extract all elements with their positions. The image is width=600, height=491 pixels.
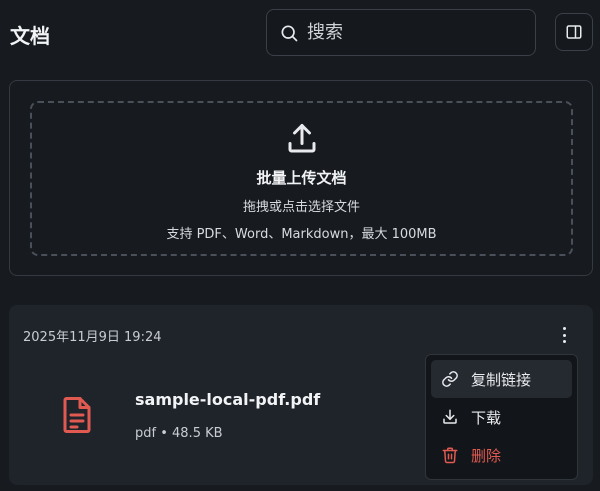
- sidebar-toggle-icon: [566, 25, 582, 39]
- upload-panel: 批量上传文档 拖拽或点击选择文件 支持 PDF、Word、Markdown，最大…: [9, 80, 593, 276]
- menu-item-download[interactable]: 下载: [431, 398, 572, 436]
- document-date: 2025年11月9日 19:24: [23, 330, 162, 345]
- panel-toggle-button[interactable]: [555, 13, 593, 51]
- search-icon: [281, 25, 298, 41]
- link-icon: [442, 371, 458, 387]
- search-input[interactable]: [307, 22, 507, 43]
- menu-item-label: 下载: [471, 408, 502, 427]
- upload-hint: 支持 PDF、Word、Markdown，最大 100MB: [166, 227, 437, 242]
- file-name[interactable]: sample-local-pdf.pdf: [135, 390, 320, 409]
- download-icon: [443, 409, 457, 424]
- menu-item-delete[interactable]: 删除: [431, 436, 572, 474]
- kebab-dot-icon: [562, 340, 566, 343]
- kebab-dot-icon: [562, 333, 566, 337]
- menu-item-label: 删除: [471, 446, 502, 465]
- kebab-dot-icon: [562, 327, 566, 330]
- context-menu: 复制链接 下载 删除: [425, 354, 578, 480]
- upload-icon: [288, 124, 315, 153]
- file-meta: pdf • 48.5 KB: [135, 426, 223, 441]
- page-title: 文档: [10, 24, 50, 48]
- menu-item-label: 复制链接: [471, 370, 532, 389]
- more-options-button[interactable]: [555, 325, 573, 345]
- upload-subtitle: 拖拽或点击选择文件: [242, 200, 360, 215]
- upload-title: 批量上传文档: [256, 169, 347, 187]
- search-box[interactable]: [266, 9, 536, 56]
- trash-icon: [442, 447, 458, 464]
- upload-dropzone[interactable]: 批量上传文档 拖拽或点击选择文件 支持 PDF、Word、Markdown，最大…: [30, 101, 573, 256]
- menu-item-copy-link[interactable]: 复制链接: [431, 360, 572, 398]
- pdf-file-icon: [63, 397, 91, 433]
